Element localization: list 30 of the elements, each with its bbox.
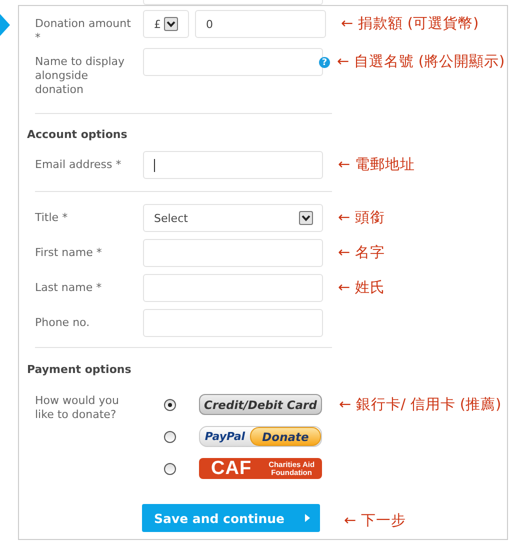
field-label: Title *	[35, 211, 69, 225]
annotation-text: ← 下一步	[344, 512, 406, 530]
chevron-down-icon	[299, 211, 313, 225]
radio-button[interactable]	[164, 462, 176, 474]
section-heading: Account options	[27, 128, 128, 142]
radio-button[interactable]	[164, 398, 176, 410]
credit-card-button[interactable]: Credit/Debit Card	[199, 394, 322, 415]
field-label: Last name *	[35, 281, 103, 295]
annotation-text: ← 電郵地址	[338, 156, 415, 174]
chevron-down-icon	[164, 17, 178, 31]
field-label: Donation amount *	[35, 17, 132, 45]
field-label: Phone no.	[35, 316, 91, 330]
annotation-text: ← 自選名號 (將公開顯示)	[337, 53, 505, 71]
annotation-text: ← 頭銜	[338, 209, 385, 227]
field-label: First name *	[35, 246, 103, 260]
currency-select[interactable]: £	[143, 10, 189, 38]
field-label: Email address *	[35, 158, 122, 172]
play-icon	[305, 514, 310, 522]
annotation-text: ← 名字	[338, 244, 385, 262]
pointer-icon	[0, 14, 10, 36]
field-label: How would you like to donate?	[35, 394, 120, 422]
paypal-donate-button[interactable]: PayPal Donate	[199, 426, 322, 447]
annotation-text: ← 銀行卡/ 信用卡 (推薦)	[339, 396, 502, 414]
amount-field[interactable]: 0	[195, 10, 326, 38]
radio-button[interactable]	[164, 430, 176, 442]
annotation-text: ← 捐款額 (可選貨幣)	[341, 15, 479, 33]
title-select[interactable]: Select	[143, 204, 323, 232]
section-heading: Payment options	[27, 363, 132, 377]
annotation-text: ← 姓氏	[338, 279, 385, 297]
field-label: Name to display alongside donation	[35, 55, 126, 97]
